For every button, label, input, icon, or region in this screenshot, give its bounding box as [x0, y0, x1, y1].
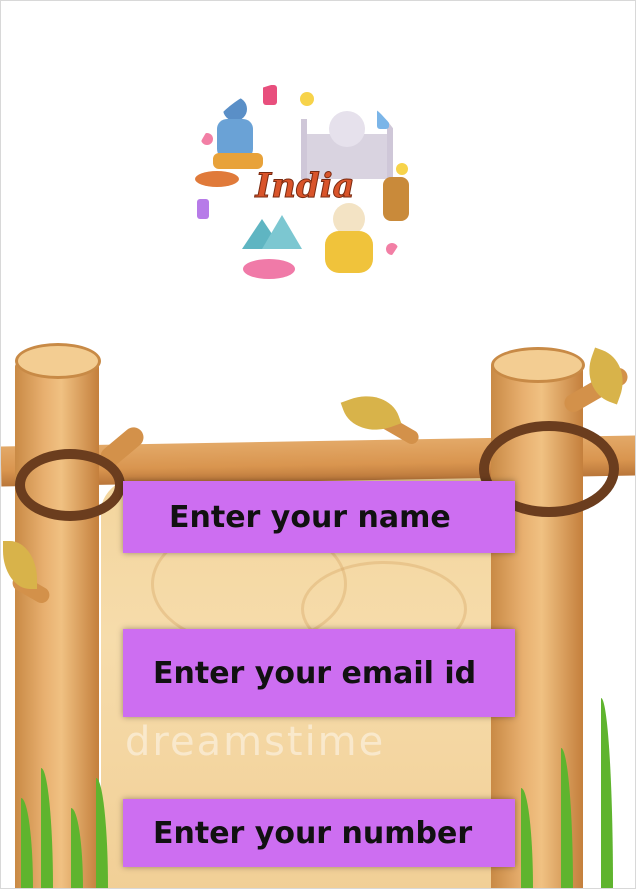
- email-input[interactable]: Enter your email id: [123, 629, 515, 717]
- watermark: dreamstime: [125, 719, 386, 765]
- logo-text: India: [254, 166, 354, 206]
- screen: India dreamstime Enter your name Enter y…: [0, 0, 636, 889]
- rope-decoration: [15, 449, 125, 521]
- name-placeholder: Enter your name: [169, 499, 451, 535]
- grass-decoration: [601, 698, 613, 888]
- name-input[interactable]: Enter your name: [123, 481, 515, 553]
- right-post-top: [491, 347, 585, 383]
- number-placeholder: Enter your number: [153, 815, 473, 851]
- left-post-top: [15, 343, 101, 379]
- email-placeholder: Enter your email id: [153, 655, 477, 691]
- left-post: [15, 361, 99, 888]
- number-input[interactable]: Enter your number: [123, 799, 515, 867]
- india-logo-image: India: [189, 81, 413, 301]
